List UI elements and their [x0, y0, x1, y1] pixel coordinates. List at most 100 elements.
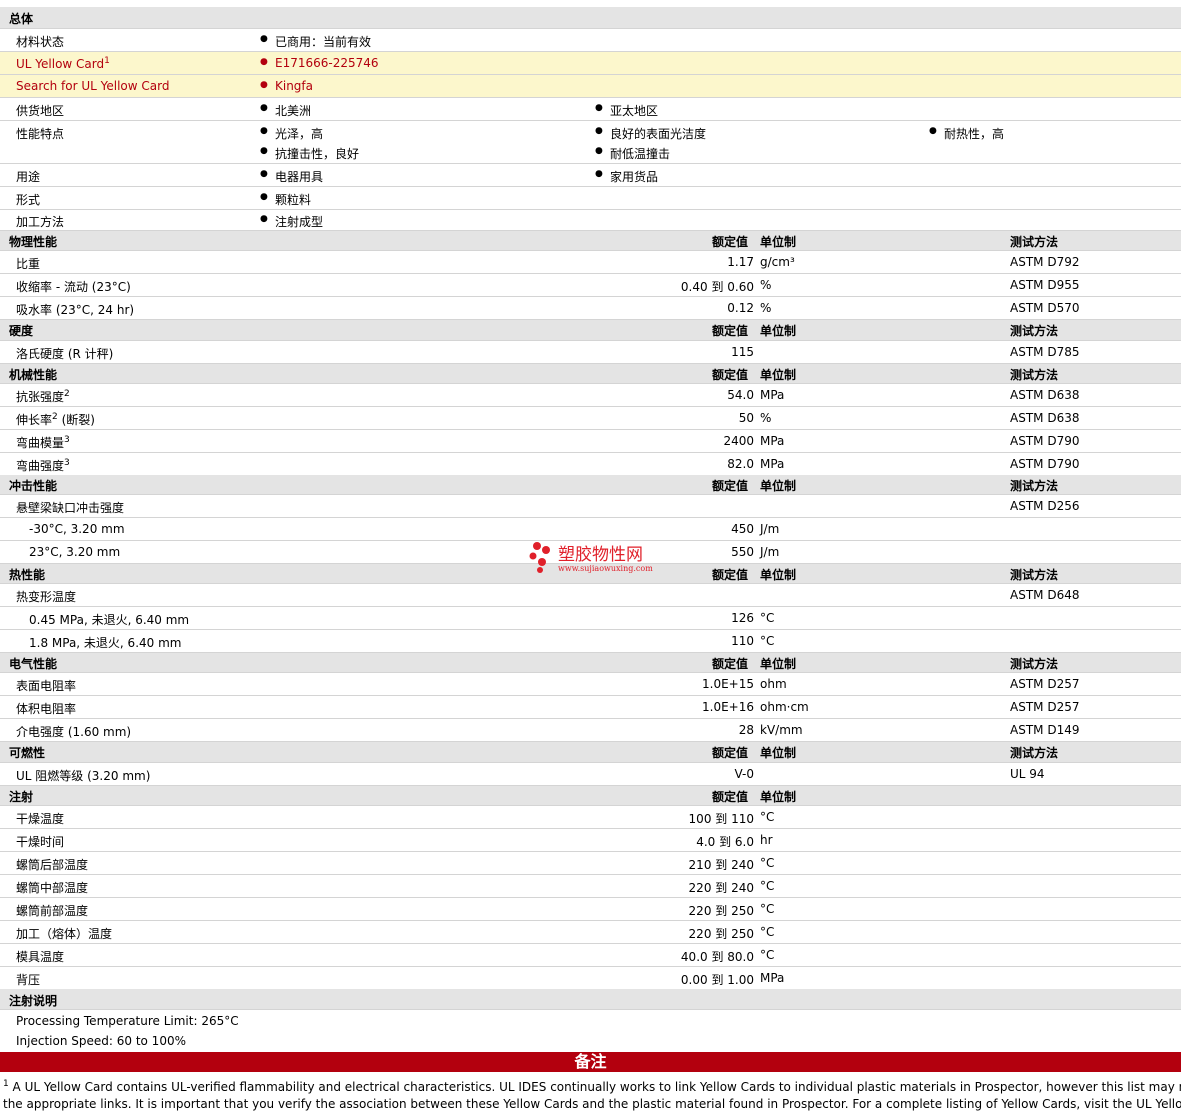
row-label: 介电强度 (1.60 mm) — [16, 725, 132, 739]
row-unit: °C — [760, 925, 775, 939]
ul-search-link[interactable]: Kingfa — [260, 79, 313, 93]
property-row: 干燥时间 4.0 到 6.0 hr — [0, 829, 1181, 852]
row-method: ASTM D648 — [1010, 588, 1080, 602]
row-value: 210 到 240 — [688, 858, 754, 872]
row-label: 螺筒中部温度 — [16, 881, 89, 895]
row-method: ASTM D955 — [1010, 278, 1080, 292]
property-row: 弯曲模量3 2400 MPa ASTM D790 — [0, 430, 1181, 453]
row-processing: 加工方法 注射成型 — [0, 210, 1181, 231]
row-value: 28 — [738, 723, 754, 737]
row-value: 0.00 到 1.00 — [680, 973, 754, 987]
row-unit: MPa — [760, 457, 785, 471]
col-header-nominal: 额定值 — [712, 568, 749, 582]
row-method: ASTM D790 — [1010, 434, 1080, 448]
property-row: 加工（熔体）温度 220 到 250 °C — [0, 921, 1181, 944]
section-header-general: 总体 — [0, 7, 1181, 29]
col-header-nominal: 额定值 — [712, 235, 749, 249]
row-value: 450 — [731, 522, 754, 536]
row-method: ASTM D785 — [1010, 345, 1080, 359]
row-value: 220 到 240 — [688, 881, 754, 895]
row-unit: MPa — [760, 971, 785, 985]
row-unit: hr — [760, 833, 773, 847]
row-label: 收缩率 - 流动 (23°C) — [16, 280, 131, 294]
property-row: 伸长率2 (断裂) 50% ASTM D638 — [0, 407, 1181, 430]
row-label: 加工方法 — [16, 215, 65, 229]
row-label: 悬壁梁缺口冲击强度 — [16, 501, 125, 515]
col-header-unit: 单位制 — [760, 657, 797, 671]
row-value: 550 — [731, 545, 754, 559]
property-row: 洛氏硬度 (R 计秤) 115 ASTM D785 — [0, 341, 1181, 364]
row-value: 1.0E+16 — [702, 700, 754, 714]
row-value: 50 — [738, 411, 754, 425]
property-row: 比重 1.17 g/cm³ ASTM D792 — [0, 251, 1181, 274]
row-value: 注射成型 — [260, 213, 323, 230]
section-title: 机械性能 — [9, 368, 58, 382]
property-row: 螺筒中部温度 220 到 240 °C — [0, 875, 1181, 898]
row-unit: °C — [760, 611, 775, 625]
row-label: 弯曲强度3 — [16, 458, 70, 473]
col-header-method: 测试方法 — [1010, 568, 1059, 582]
col-header-nominal: 额定值 — [712, 790, 749, 804]
row-label: 螺筒前部温度 — [16, 904, 89, 918]
datasheet: 总体 材料状态 已商用：当前有效 UL Yellow Card1 E171666… — [0, 0, 1181, 1115]
section-title: 硬度 — [9, 324, 34, 338]
col-header-method: 测试方法 — [1010, 324, 1059, 338]
col-header-unit: 单位制 — [760, 746, 797, 760]
col-header-unit: 单位制 — [760, 235, 797, 249]
row-unit: J/m — [760, 545, 780, 559]
row-supply: 供货地区 北美洲 亚太地区 — [0, 98, 1181, 121]
row-unit: % — [760, 301, 772, 315]
row-unit: J/m — [760, 522, 780, 536]
row-label: 供货地区 — [16, 104, 65, 118]
section-title: 可燃性 — [9, 746, 46, 760]
property-row: 介电强度 (1.60 mm) 28 kV/mm ASTM D149 — [0, 719, 1181, 742]
col-header-method: 测试方法 — [1010, 235, 1059, 249]
row-value: 已商用：当前有效 — [260, 33, 371, 50]
row-value: 110 — [731, 634, 754, 648]
row-label: 材料状态 — [16, 35, 65, 49]
row-value: 220 到 250 — [688, 904, 754, 918]
row-label: 表面电阻率 — [16, 679, 77, 693]
row-label: 吸水率 (23°C, 24 hr) — [16, 303, 135, 317]
row-unit: °C — [760, 634, 775, 648]
row-value: 126 — [731, 611, 754, 625]
row-label: 干燥温度 — [16, 812, 65, 826]
row-value: 光泽，高 — [260, 125, 323, 142]
col-header-method: 测试方法 — [1010, 746, 1059, 760]
row-unit: °C — [760, 948, 775, 962]
row-value: 1.0E+15 — [702, 677, 754, 691]
section-title: 注射 — [9, 790, 34, 804]
section-header-flammability: 可燃性 额定值 单位制 测试方法 — [0, 742, 1181, 763]
property-row: 吸水率 (23°C, 24 hr) 0.12% ASTM D570 — [0, 297, 1181, 320]
col-header-nominal: 额定值 — [712, 324, 749, 338]
ul-card-link[interactable]: E171666-225746 — [260, 56, 378, 70]
property-row: 体积电阻率 1.0E+16 ohm·cm ASTM D257 — [0, 696, 1181, 719]
col-header-method: 测试方法 — [1010, 479, 1059, 493]
injection-note: Processing Temperature Limit: 265°C — [16, 1014, 239, 1028]
row-unit: °C — [760, 856, 775, 870]
col-header-unit: 单位制 — [760, 479, 797, 493]
col-header-nominal: 额定值 — [712, 746, 749, 760]
property-row: 表面电阻率 1.0E+15 ohm ASTM D257 — [0, 673, 1181, 696]
row-label: 23°C, 3.20 mm — [29, 545, 121, 559]
property-row: 螺筒前部温度 220 到 250 °C — [0, 898, 1181, 921]
row-label: 0.45 MPa, 未退火, 6.40 mm — [29, 613, 190, 627]
property-row: 模具温度 40.0 到 80.0 °C — [0, 944, 1181, 967]
row-value: 4.0 到 6.0 — [696, 835, 754, 849]
row-unit: MPa — [760, 388, 785, 402]
row-features: 性能特点 光泽，高 良好的表面光洁度 耐热性，高 抗撞击性，良好 耐低温撞击 — [0, 121, 1181, 164]
row-value: V-0 — [734, 767, 754, 781]
property-row: 0.45 MPa, 未退火, 6.40 mm 126 °C — [0, 607, 1181, 630]
section-header-impact: 冲击性能 额定值 单位制 测试方法 — [0, 475, 1181, 495]
row-value: 耐热性，高 — [929, 125, 1004, 142]
section-title: 冲击性能 — [9, 479, 58, 493]
watermark-dots-icon: 塑胶物性网 www.sujiaowuxing.com — [529, 542, 653, 573]
col-header-nominal: 额定值 — [712, 368, 749, 382]
section-header-physical: 物理性能 额定值 单位制 测试方法 — [0, 231, 1181, 251]
row-value: 抗撞击性，良好 — [260, 145, 359, 162]
row-value: 家用货品 — [595, 168, 658, 185]
section-header-electrical: 电气性能 额定值 单位制 测试方法 — [0, 653, 1181, 673]
section-header-injection: 注射 额定值 单位制 — [0, 786, 1181, 806]
row-label: 模具温度 — [16, 950, 65, 964]
section-header-hardness: 硬度 额定值 单位制 测试方法 — [0, 320, 1181, 341]
